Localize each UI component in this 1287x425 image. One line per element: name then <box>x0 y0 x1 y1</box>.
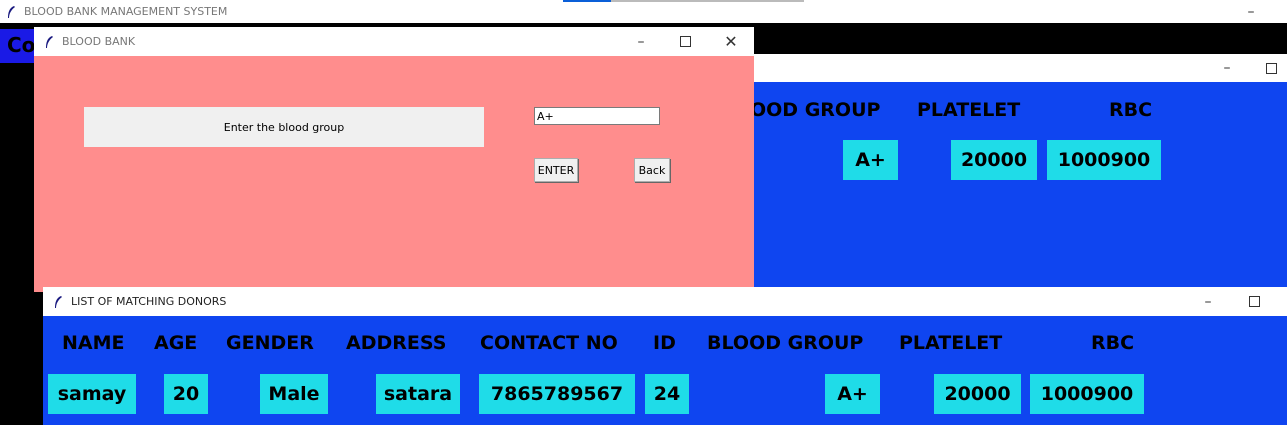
dialog-close-button[interactable]: ✕ <box>716 27 746 56</box>
header-address: ADDRESS <box>346 332 447 354</box>
feather-icon <box>8 5 15 18</box>
back-title-bar: – <box>750 54 1287 82</box>
header-platelet: PLATELET <box>899 332 1003 354</box>
dialog-maximize-button[interactable] <box>670 27 700 56</box>
feather-icon <box>55 295 62 308</box>
header-contact-no: CONTACT NO <box>480 332 618 354</box>
header-id: ID <box>653 332 676 354</box>
cell-age: 20 <box>164 374 208 414</box>
donors-window-title: LIST OF MATCHING DONORS <box>71 295 227 308</box>
taskbar-highlight-gray <box>611 0 804 2</box>
blood-group-prompt-label: Enter the blood group <box>84 107 484 147</box>
cell-contact-no: 7865789567 <box>479 374 635 414</box>
header-gender: GENDER <box>226 332 314 354</box>
cell-blood-group: A+ <box>825 374 880 414</box>
blood-bank-dialog: BLOOD BANK – ✕ Enter the blood group ENT… <box>34 27 754 292</box>
cell-id: 24 <box>645 374 689 414</box>
back-minimize-button[interactable]: – <box>1212 54 1242 82</box>
matching-donors-window: LIST OF MATCHING DONORS – NAME AGE GENDE… <box>43 287 1287 425</box>
back-cell-rbc: 1000900 <box>1047 140 1161 180</box>
cell-gender: Male <box>260 374 328 414</box>
dialog-title: BLOOD BANK <box>62 35 136 48</box>
back-header-rbc: RBC <box>1109 99 1153 121</box>
feather-icon <box>46 35 53 48</box>
back-header-platelet: PLATELET <box>917 99 1021 121</box>
taskbar-highlight <box>563 0 611 2</box>
back-results-window: – OOD GROUP PLATELET RBC A+ 20000 100090… <box>750 54 1287 294</box>
donors-minimize-button[interactable]: – <box>1193 287 1223 316</box>
main-minimize-button[interactable]: – <box>1236 0 1266 23</box>
back-maximize-button[interactable] <box>1256 54 1286 82</box>
cell-name: samay <box>48 374 136 414</box>
blood-group-input[interactable] <box>534 107 660 125</box>
header-age: AGE <box>154 332 198 354</box>
main-window-title: BLOOD BANK MANAGEMENT SYSTEM <box>24 5 228 18</box>
header-name: NAME <box>62 332 125 354</box>
back-header-blood-group: OOD GROUP <box>750 99 881 121</box>
cell-rbc: 1000900 <box>1030 374 1144 414</box>
header-blood-group: BLOOD GROUP <box>707 332 864 354</box>
back-button[interactable]: Back <box>634 158 670 182</box>
cell-platelet: 20000 <box>934 374 1021 414</box>
donors-title-bar: LIST OF MATCHING DONORS – <box>43 287 1287 316</box>
main-title-bar: BLOOD BANK MANAGEMENT SYSTEM – <box>0 0 1287 23</box>
cell-address: satara <box>376 374 460 414</box>
back-cell-platelet: 20000 <box>951 140 1037 180</box>
back-cell-blood-group: A+ <box>843 140 898 180</box>
header-rbc: RBC <box>1091 332 1135 354</box>
dialog-title-bar: BLOOD BANK – ✕ <box>34 27 754 56</box>
donors-maximize-button[interactable] <box>1239 287 1269 316</box>
main-partial-label: Co <box>7 33 36 57</box>
enter-button[interactable]: ENTER <box>534 158 578 182</box>
dialog-minimize-button[interactable]: – <box>626 27 656 56</box>
